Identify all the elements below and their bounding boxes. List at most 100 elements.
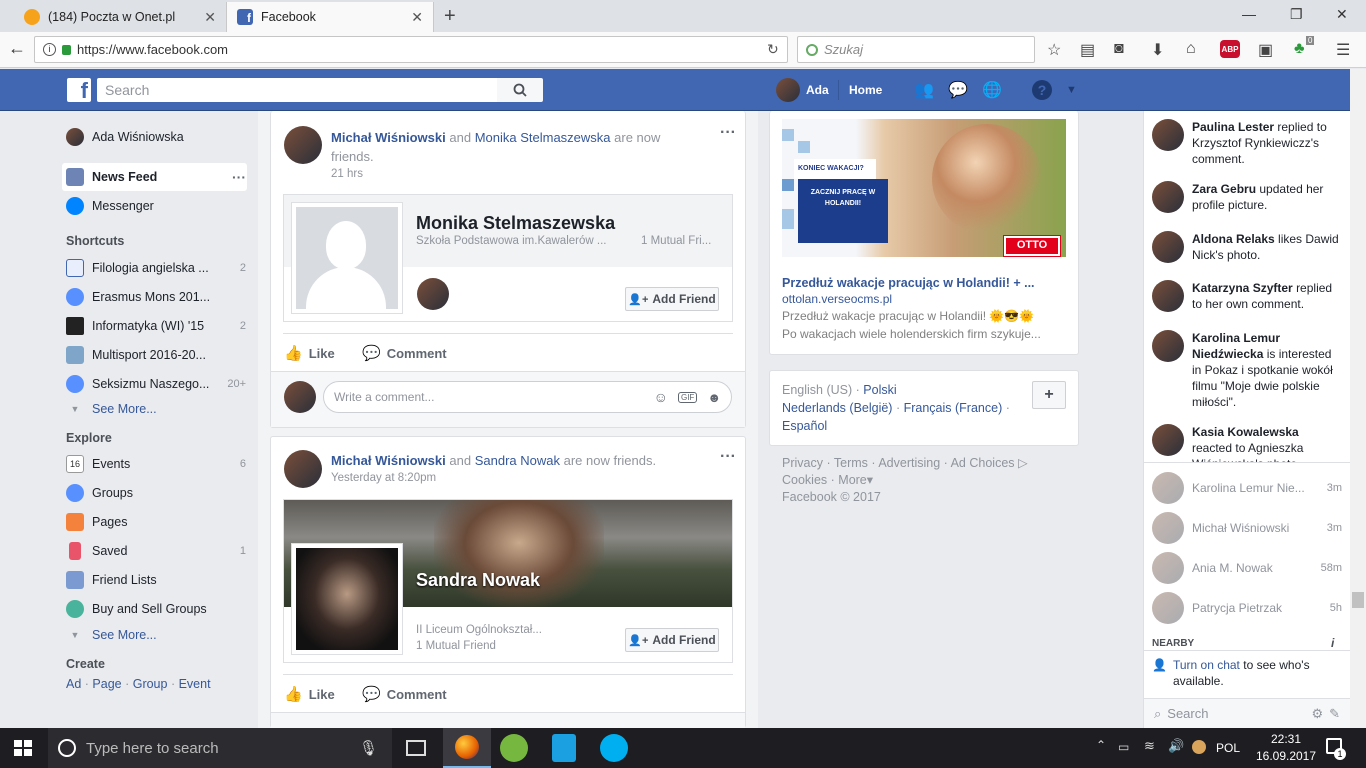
language-link[interactable]: Français (France) — [904, 401, 1003, 415]
taskbar-search[interactable]: Type here to search 🎙 — [48, 728, 392, 768]
sidebar-item-news-feed[interactable]: News Feed ··· — [66, 168, 246, 186]
help-icon[interactable]: ? — [1032, 80, 1052, 100]
gif-icon[interactable]: GIF — [677, 391, 698, 403]
chat-search-input[interactable]: ⌕ Search ⚙ ✎ — [1144, 698, 1350, 728]
friend-link[interactable]: Sandra Nowak — [475, 453, 560, 468]
actor-link[interactable]: Michał Wiśniowski — [331, 453, 446, 468]
ticker-item[interactable]: Aldona Relaks likes Dawid Nick's photo. — [1152, 231, 1342, 263]
post-avatar[interactable] — [284, 126, 322, 167]
ticker-item[interactable]: Zara Gebru updated her profile picture. — [1152, 181, 1342, 213]
chat-contact[interactable]: Ania M. Nowak 58m — [1152, 552, 1342, 584]
language-link[interactable]: Nederlands (België) — [782, 401, 892, 415]
friend-card-mutual[interactable]: 1 Mutual Friend — [416, 640, 496, 652]
messenger-icon[interactable]: 💬 — [947, 80, 969, 100]
tab-facebook[interactable]: f Facebook ✕ — [226, 2, 434, 32]
friend-requests-icon[interactable]: 👥 — [913, 80, 935, 100]
comment-button[interactable]: 💬 Comment — [362, 685, 447, 703]
pocket-icon[interactable]: ◙ — [1114, 40, 1124, 58]
like-button[interactable]: 👍 Like — [284, 344, 335, 362]
volume-icon[interactable]: 🔊 — [1168, 738, 1184, 754]
friend-card-photo[interactable] — [291, 543, 403, 655]
input-language[interactable]: POL — [1216, 741, 1240, 755]
bookmark-star-icon[interactable]: ☆ — [1047, 40, 1061, 60]
post-avatar[interactable] — [284, 450, 322, 491]
chat-contact[interactable]: Karolina Lemur Nie... 3m — [1152, 472, 1342, 504]
sidebar-item-groups[interactable]: Groups — [66, 484, 246, 502]
ticker-item[interactable]: Karolina Lemur Niedźwiecka is interested… — [1152, 330, 1342, 410]
microphone-icon[interactable]: 🎙 — [359, 739, 378, 757]
sidebar-shortcut[interactable]: Informatyka (WI) '15 2 — [66, 317, 246, 335]
cookies-link[interactable]: Cookies — [782, 473, 827, 487]
sidebar-shortcut[interactable]: Seksizmu Naszego... 20+ — [66, 375, 246, 393]
home-icon[interactable]: ⌂ — [1186, 40, 1196, 58]
chat-contact[interactable]: Michał Wiśniowski 3m — [1152, 512, 1342, 544]
url-bar[interactable]: i https://www.facebook.com ↻ — [34, 36, 788, 63]
skype-icon[interactable] — [600, 734, 628, 762]
post-options-icon[interactable]: ··· — [720, 124, 736, 142]
sidebar-item-messenger[interactable]: Messenger — [66, 197, 246, 215]
advertising-link[interactable]: Advertising — [878, 456, 940, 470]
create-group-link[interactable]: Group — [133, 677, 168, 691]
battery-icon[interactable]: ▭ — [1118, 740, 1129, 754]
language-link[interactable]: Español — [782, 419, 827, 433]
utorrent-icon[interactable] — [500, 734, 528, 762]
sidebar-item-events[interactable]: 16 Events 6 — [66, 455, 246, 473]
download-icon[interactable]: ⬇ — [1151, 40, 1164, 60]
account-menu-chevron-icon[interactable]: ▼ — [1066, 84, 1077, 96]
sidebar-profile[interactable]: Ada Wiśniowska — [66, 128, 246, 146]
page-scrollbar[interactable] — [1350, 69, 1366, 728]
actor-link[interactable]: Michał Wiśniowski — [331, 130, 446, 145]
browser-search-field[interactable]: Szukaj — [797, 36, 1035, 63]
friend-card-name[interactable]: Monika Stelmaszewska — [416, 213, 615, 234]
reload-icon[interactable]: ↻ — [767, 41, 779, 58]
emoji-icon[interactable]: ☺ — [654, 389, 668, 405]
header-profile-avatar[interactable] — [776, 78, 800, 102]
reading-list-icon[interactable]: ▤ — [1080, 40, 1095, 60]
sidebar-shortcut[interactable]: Multisport 2016-20... — [66, 346, 246, 364]
wifi-icon[interactable]: ≋ — [1144, 738, 1155, 754]
header-profile-name[interactable]: Ada — [806, 83, 829, 97]
ad-choices-link[interactable]: Ad Choices — [951, 456, 1015, 470]
windows-start-icon[interactable] — [14, 740, 32, 756]
post-timestamp[interactable]: Yesterday at 8:20pm — [331, 472, 436, 484]
weather-icon[interactable] — [1192, 740, 1206, 754]
post-timestamp[interactable]: 21 hrs — [331, 168, 363, 180]
more-link[interactable]: More — [838, 473, 866, 487]
add-friend-button[interactable]: 👤+ Add Friend — [625, 628, 719, 652]
turn-on-chat-link[interactable]: Turn on chat — [1173, 658, 1240, 672]
ad-domain[interactable]: ottolan.verseocms.pl — [782, 292, 892, 306]
facebook-search-input[interactable]: Search — [97, 78, 497, 102]
adblock-icon[interactable]: ABP — [1220, 40, 1240, 58]
minimize-button[interactable]: — — [1242, 6, 1256, 22]
menu-hamburger-icon[interactable]: ☰ — [1336, 40, 1350, 60]
url-text[interactable]: https://www.facebook.com — [77, 42, 228, 57]
sidebar-item-friend-lists[interactable]: Friend Lists — [66, 571, 246, 589]
sticker-icon[interactable]: ☻ — [707, 390, 721, 405]
language-link[interactable]: Polski — [863, 383, 896, 397]
ticker-item[interactable]: Kasia Kowalewska reacted to Agnieszka Wi… — [1152, 424, 1342, 462]
close-window-button[interactable]: ✕ — [1336, 6, 1348, 23]
post-options-icon[interactable]: ··· — [720, 448, 736, 466]
add-language-button[interactable]: + — [1032, 381, 1066, 409]
info-icon[interactable]: i — [1331, 636, 1334, 650]
app-s-icon[interactable] — [552, 734, 576, 762]
gear-icon[interactable]: ⚙ — [1311, 706, 1323, 722]
facebook-logo[interactable]: f — [67, 78, 91, 102]
friend-link[interactable]: Monika Stelmaszewska — [475, 130, 611, 145]
extension-icon[interactable]: ▣ — [1258, 40, 1273, 60]
chat-contact[interactable]: Patrycja Pietrzak 5h — [1152, 592, 1342, 624]
friend-card-name[interactable]: Sandra Nowak — [416, 570, 540, 591]
ghostery-icon[interactable]: ♣ — [1294, 40, 1305, 58]
back-arrow-icon[interactable]: ← — [8, 38, 26, 59]
comment-input[interactable]: Write a comment... ☺ GIF ☻ — [323, 381, 732, 413]
comment-button[interactable]: 💬 Comment — [362, 344, 447, 362]
friend-card-mutual[interactable]: 1 Mutual Fri... — [641, 235, 711, 247]
tray-chevron-up-icon[interactable]: ⌃ — [1096, 738, 1106, 752]
sidebar-item-buy-sell[interactable]: Buy and Sell Groups — [66, 600, 246, 618]
ad-title[interactable]: Przedłuż wakacje pracując w Holandii! + … — [782, 276, 1035, 290]
ad-image[interactable]: KONIEC WAKACJI? ZACZNIJ PRACĘ W HOLANDII… — [782, 119, 1066, 257]
sidebar-shortcut[interactable]: Erasmus Mons 201... — [66, 288, 246, 306]
like-button[interactable]: 👍 Like — [284, 685, 335, 703]
see-more-explore[interactable]: ▼ See More... — [66, 628, 246, 642]
ticker-item[interactable]: Katarzyna Szyfter replied to her own com… — [1152, 280, 1342, 312]
